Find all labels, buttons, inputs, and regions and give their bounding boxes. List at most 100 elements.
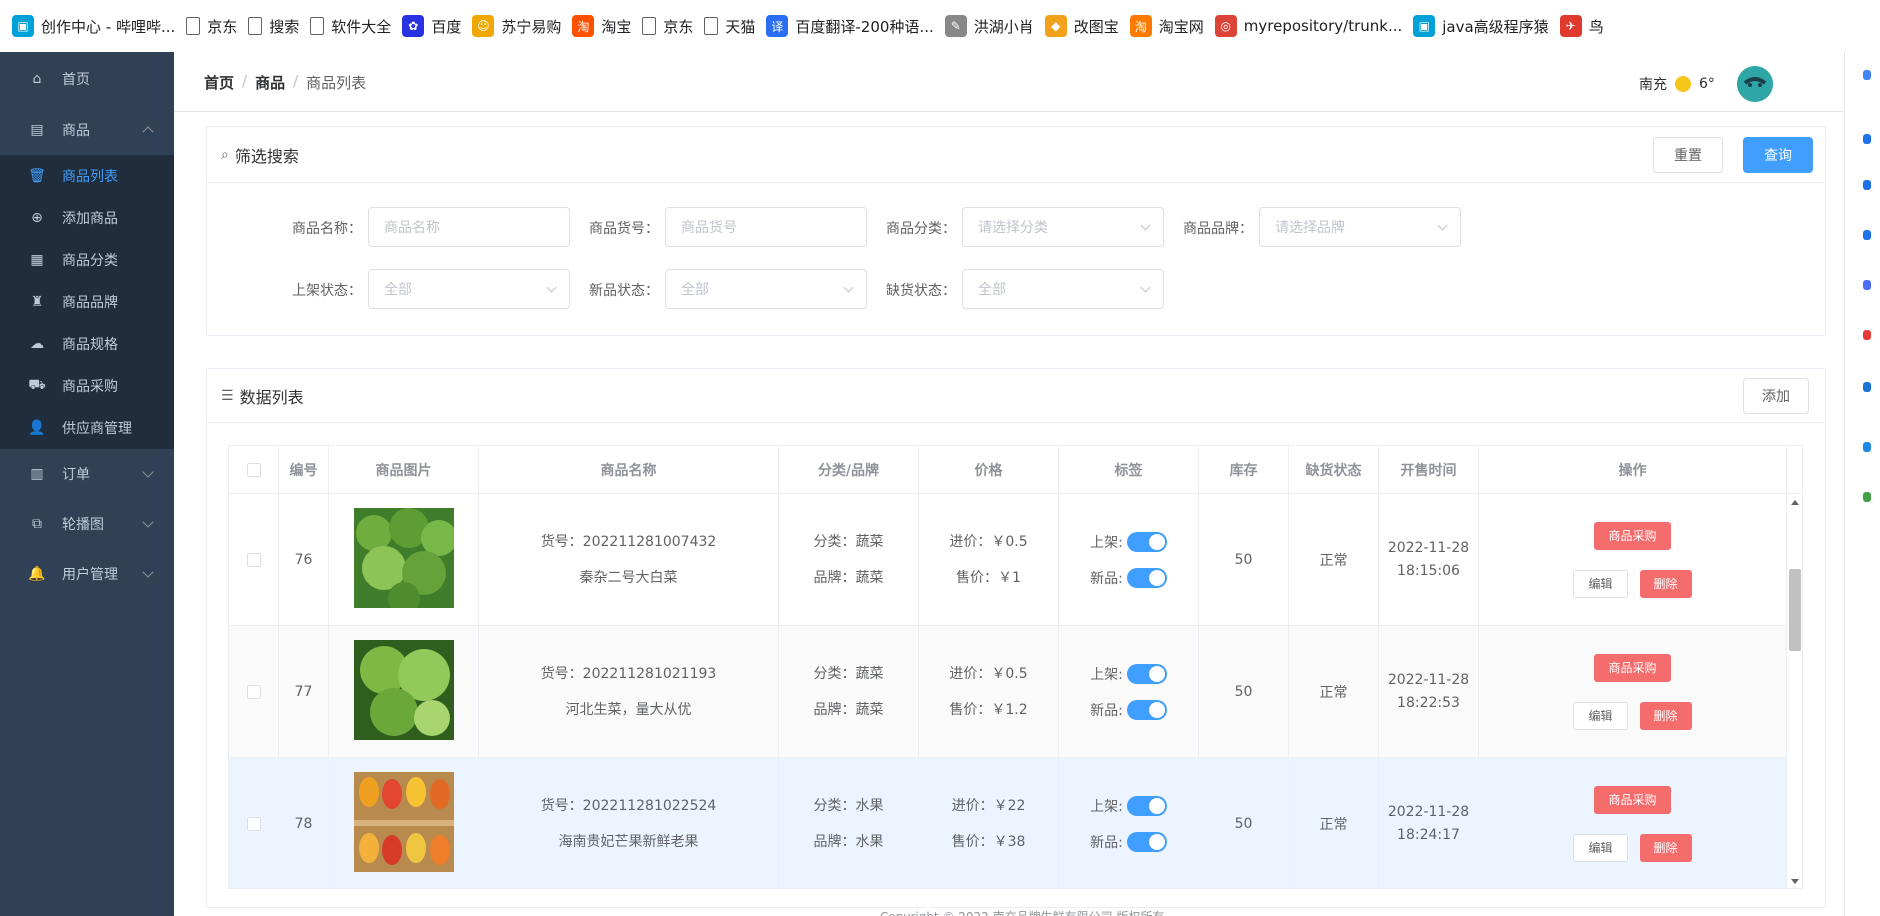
bookmark-item[interactable]: ▯ 京东 — [186, 10, 248, 42]
bookmark-item[interactable]: ▣ 创作中心 - 哔哩哔... — [12, 10, 186, 42]
bookmark-item[interactable]: ◆ 改图宝 — [1044, 10, 1130, 42]
filter-select[interactable]: 请选择品牌 — [1259, 207, 1461, 247]
sidebar-item-label: 商品 — [62, 123, 90, 139]
row-checkbox[interactable] — [246, 816, 261, 831]
filter-select[interactable]: 全部 — [368, 269, 570, 309]
bookmark-label: java高级程序猿 — [1442, 17, 1549, 36]
sidebar-item[interactable]: ▤ 商品 — [0, 105, 174, 155]
row-checkbox[interactable] — [246, 552, 261, 567]
sidebar-item[interactable]: ⌂ 首页 — [0, 52, 174, 105]
product-category: 分类：水果 — [813, 797, 884, 814]
filter-select[interactable]: 全部 — [962, 269, 1164, 309]
select-all-checkbox[interactable] — [246, 462, 261, 477]
scroll-thumb[interactable] — [1789, 569, 1801, 651]
table-cell: 77 — [279, 626, 329, 757]
sidebar-item[interactable]: ⧉ 轮播图 — [0, 499, 174, 549]
product-image — [353, 771, 454, 876]
table-row[interactable]: 76 货号：202211281007432 秦杂二号大白菜 分类：蔬菜 品牌：蔬菜 进价：… — [229, 494, 1802, 626]
stock-status: 正常 — [1319, 816, 1348, 833]
table-cell: 上架: 新品: — [1059, 758, 1199, 888]
column-header: 商品名称 — [479, 446, 779, 493]
sidebar-item[interactable]: 🗑 商品列表 — [0, 155, 174, 197]
bookmark-label: myrepository/trunk... — [1243, 17, 1403, 35]
filter-input[interactable]: 商品名称 — [368, 207, 570, 247]
purchase-button[interactable]: 商品采购 — [1594, 653, 1671, 682]
sidebar-item-label: 商品品牌 — [62, 295, 118, 311]
query-button[interactable]: 查询 — [1743, 137, 1813, 173]
filter-select[interactable]: 请选择分类 — [962, 207, 1164, 247]
table-scrollbar[interactable] — [1786, 494, 1802, 888]
table-row[interactable]: 77 货号：202211281021193 河北生菜，量大从优 分类：蔬菜 品牌：蔬菜进… — [229, 626, 1802, 758]
sidebar-item[interactable]: ☁ 商品规格 — [0, 323, 174, 365]
order-icon: ▥ — [30, 466, 44, 482]
bookmark-label: 改图宝 — [1073, 17, 1119, 36]
new-product-switch[interactable] — [1126, 699, 1167, 720]
bookmark-item[interactable]: 译百度翻译-200种语... — [766, 10, 944, 42]
filter-label: 商品分类： — [886, 221, 956, 237]
on-shelf-switch[interactable] — [1126, 795, 1167, 816]
bookmark-item[interactable]: ✎ 洪湖小肖 — [944, 10, 1045, 42]
sidebar-item[interactable]: ⊕ 添加商品 — [0, 197, 174, 239]
filter-input[interactable]: 商品货号 — [665, 207, 867, 247]
sidebar-item[interactable]: ♜ 商品品牌 — [0, 281, 174, 323]
reset-button[interactable]: 重置 — [1653, 137, 1723, 173]
bookmark-item[interactable]: ✈ 鸟 — [1559, 10, 1615, 42]
select-all-cell[interactable] — [229, 446, 279, 493]
product-image — [353, 639, 454, 744]
new-product-switch[interactable] — [1126, 567, 1167, 588]
bookmark-item[interactable]: 淘淘宝网 — [1129, 10, 1215, 42]
stock-count: 50 — [1234, 683, 1253, 700]
chevron-up-icon — [142, 126, 154, 138]
bookmark-item[interactable]: ▯ 京东 — [642, 10, 704, 42]
column-header: 库存 — [1199, 446, 1289, 493]
product-name: 秦杂二号大白菜 — [579, 569, 678, 586]
sidebar-item-label: 订单 — [62, 467, 90, 483]
scroll-down-icon[interactable] — [1791, 879, 1799, 884]
sidebar-item[interactable]: 🔔 用户管理 — [0, 549, 174, 599]
delete-button[interactable]: 删除 — [1639, 833, 1692, 862]
bookmark-icon: 淘 — [1129, 15, 1152, 37]
on-shelf-label: 上架: — [1090, 534, 1123, 551]
cost-price: 进价：￥0.5 — [949, 533, 1028, 550]
bookmark-item[interactable]: 淘淘宝 — [572, 10, 642, 42]
edit-button[interactable]: 编辑 — [1573, 569, 1628, 598]
breadcrumb-goods[interactable]: 商品 — [255, 72, 285, 93]
on-shelf-switch[interactable] — [1126, 663, 1167, 684]
filter-select[interactable]: 全部 — [665, 269, 867, 309]
bookmark-item[interactable]: ☺ 苏宁易购 — [472, 10, 572, 42]
chevron-down-icon — [142, 516, 154, 528]
bookmark-icon: ◆ — [1044, 15, 1067, 37]
bookmark-item[interactable]: ◎ myrepository/trunk... — [1214, 10, 1413, 42]
bookmark-label: 创作中心 - 哔哩哔... — [41, 17, 176, 36]
bookmark-item[interactable]: ▯ 搜索 — [248, 10, 310, 42]
sidebar-item[interactable]: ▥ 订单 — [0, 449, 174, 499]
scroll-up-icon[interactable] — [1791, 500, 1799, 505]
row-checkbox[interactable] — [246, 684, 261, 699]
edit-button[interactable]: 编辑 — [1573, 833, 1628, 862]
delete-button[interactable]: 删除 — [1639, 701, 1692, 730]
sidebar-item-label: 商品采购 — [62, 379, 118, 395]
sidebar-item[interactable]: ▦ 商品分类 — [0, 239, 174, 281]
stock-status: 正常 — [1319, 684, 1348, 701]
sidebar-item[interactable]: 👤 供应商管理 — [0, 407, 174, 449]
placeholder-text: 商品名称 — [384, 220, 440, 236]
bookmark-item[interactable]: ▯ 软件大全 — [310, 10, 402, 42]
bell-icon: 🔔 — [28, 566, 46, 582]
on-shelf-switch[interactable] — [1126, 531, 1167, 552]
bookmark-item[interactable]: ▯ 天猫 — [704, 10, 766, 42]
purchase-button[interactable]: 商品采购 — [1594, 785, 1671, 814]
edit-button[interactable]: 编辑 — [1573, 701, 1628, 730]
bookmark-item[interactable]: ▣ java高级程序猿 — [1413, 10, 1559, 42]
avatar[interactable] — [1737, 66, 1773, 102]
bookmark-item[interactable]: ✿ 百度 — [402, 10, 472, 42]
delete-button[interactable]: 删除 — [1639, 569, 1692, 598]
purchase-button[interactable]: 商品采购 — [1594, 521, 1671, 550]
add-button[interactable]: 添加 — [1743, 378, 1809, 414]
breadcrumb-home[interactable]: 首页 — [204, 72, 234, 93]
sale-price: 售价：￥1 — [956, 569, 1021, 586]
table-row[interactable]: 78 货号：202211281022524 海南贵妃芒果新鲜老果 分类：水果 品牌：水果… — [229, 758, 1802, 888]
sidebar: ⌂ 首页 ▤ 商品 🗑 商品列表 ⊕ 添加商品 ▦ 商品分类 ♜ 商品品牌 ☁ 商品规格 ⛟ 商品采购 👤 供应商… — [0, 52, 174, 916]
new-product-switch[interactable] — [1126, 831, 1167, 852]
sidebar-item[interactable]: ⛟ 商品采购 — [0, 365, 174, 407]
filter-label: 上架状态： — [292, 283, 362, 299]
